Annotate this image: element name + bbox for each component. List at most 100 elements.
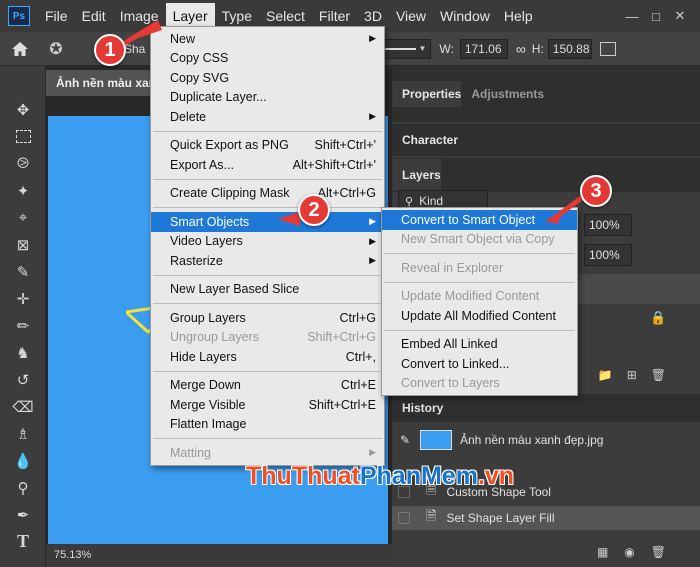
tab-properties[interactable]: Properties [392,81,462,107]
clone-stamp-tool-icon[interactable]: ♞ [0,339,46,366]
layer-menu-dropdown: New ▶ Copy CSS Copy SVG Duplicate Layer... De… [150,26,385,466]
menu-item-label: Update Modified Content [401,289,540,304]
new-snapshot-icon[interactable]: ◉ [624,545,634,559]
submenu-arrow-icon: ▶ [369,235,376,246]
menu-item-copy-css[interactable]: Copy CSS [151,49,384,69]
magic-wand-tool-icon[interactable]: ✦ [0,177,46,204]
menu-item-duplicate-layer[interactable]: Duplicate Layer... [151,88,384,108]
delete-layer-icon[interactable]: 🗑 [651,368,666,382]
opacity-input[interactable]: 100% [584,214,632,236]
height-input[interactable]: 150.88 [547,38,592,59]
menu-item-embed-all-linked[interactable]: Embed All Linked [382,335,577,355]
marquee-tool-icon[interactable] [0,123,46,150]
menu-item-create-clipping-mask[interactable]: Create Clipping Mask Alt+Ctrl+G [151,184,384,204]
menu-item-smart-objects[interactable]: Smart Objects ▶ [151,212,384,232]
menu-item-new-smart-object-via-copy: New Smart Object via Copy [382,230,577,250]
menu-separator [384,253,575,254]
menu-item-shortcut: Ctrl+, [345,349,376,364]
menu-separator [384,281,575,283]
submenu-arrow-icon: ▶ [369,255,376,266]
move-tool-icon[interactable]: ✥ [0,96,46,123]
menu-item-label: Merge Down [170,378,241,393]
menu-item-copy-svg[interactable]: Copy SVG [151,68,384,88]
home-icon[interactable] [0,41,40,57]
paint-bucket-tool-icon[interactable]: ♗ [0,420,46,447]
history-item-label: Ảnh nền màu xanh đẹp.jpg [460,433,604,447]
menu-edit[interactable]: Edit [75,3,113,29]
history-item-selected[interactable]: 🗎 Set Shape Layer Fill [392,506,700,530]
menu-separator [153,274,382,276]
tab-layers[interactable]: Layers [392,159,441,191]
menu-item-new[interactable]: New ▶ [151,29,384,49]
new-document-from-state-icon[interactable]: ▦ [597,545,608,559]
document-tab[interactable]: Ảnh nền màu xan [46,70,156,96]
history-brush-tool-icon[interactable]: ↺ [0,366,46,393]
delete-state-icon[interactable]: 🗑 [651,545,666,559]
menu-item-label: Copy SVG [170,70,230,85]
menu-item-export-as[interactable]: Export As... Alt+Shift+Ctrl+' [151,155,384,175]
menu-item-flatten-image[interactable]: Flatten Image [151,415,384,435]
menu-item-matting: Matting ▶ [151,443,384,463]
minimize-icon[interactable]: — [620,5,644,27]
menu-item-merge-visible[interactable]: Merge Visible Shift+Ctrl+E [151,395,384,415]
history-item-snapshot[interactable]: ✎ Ảnh nền màu xanh đẹp.jpg [392,426,700,454]
eraser-tool-icon[interactable]: ⌫ [0,393,46,420]
tools-panel: ✥ ⧁ ✦ ⌖ ⊠ ✎ ✛ ✏ ♞ ↺ ⌫ ♗ 💧 ⚲ ✒ T [0,66,46,567]
menu-view[interactable]: View [389,3,433,29]
width-label: W: [439,41,454,56]
menu-item-label: Delete [170,109,207,124]
healing-brush-tool-icon[interactable]: ✛ [0,285,46,312]
step-marker-3: 3 [580,175,612,207]
shape-mode-label: Sha [124,41,146,56]
menu-item-new-layer-based-slice[interactable]: New Layer Based Slice [151,280,384,300]
lock-icon[interactable]: 🔒 [650,310,666,326]
lasso-tool-icon[interactable]: ⧁ [0,150,46,177]
maximize-icon[interactable]: □ [644,5,668,27]
menu-window[interactable]: Window [433,3,497,29]
menu-item-quick-export-as-png[interactable]: Quick Export as PNG Shift+Ctrl+' [151,136,384,156]
blur-tool-icon[interactable]: 💧 [0,447,46,474]
menu-item-label: Copy CSS [170,51,229,66]
custom-shape-tool-icon[interactable]: ✪ [40,39,72,59]
eyedropper-tool-icon[interactable]: ✎ [0,258,46,285]
menu-separator [153,178,382,180]
dodge-tool-icon[interactable]: ⚲ [0,474,46,501]
path-operations-icon[interactable] [599,41,616,56]
menu-item-merge-down[interactable]: Merge Down Ctrl+E [151,376,384,396]
tab-history[interactable]: History [402,401,443,415]
menu-item-convert-to-linked[interactable]: Convert to Linked... [382,354,577,374]
menu-item-hide-layers[interactable]: Hide Layers Ctrl+, [151,347,384,367]
history-checkbox[interactable] [398,512,410,524]
frame-tool-icon[interactable]: ⊠ [0,231,46,258]
close-icon[interactable]: ✕ [668,5,692,27]
menu-item-shortcut: Ctrl+G [339,310,376,325]
smart-objects-submenu: Convert to Smart Object New Smart Object … [381,207,578,396]
menu-item-label: New Smart Object via Copy [401,232,555,247]
brush-tool-icon[interactable]: ✏ [0,312,46,339]
step-marker-2: 2 [298,194,330,226]
new-layer-icon[interactable]: ⊞ [627,368,637,382]
width-input[interactable]: 171.06 [459,38,508,59]
menu-item-video-layers[interactable]: Video Layers ▶ [151,232,384,252]
menu-file[interactable]: File [38,3,75,29]
tab-character[interactable]: Character [392,127,458,153]
menu-item-reveal-in-explorer: Reveal in Explorer [382,258,577,278]
menu-item-label: Hide Layers [170,349,237,364]
menu-item-shortcut: Shift+Ctrl+E [308,397,376,412]
type-tool-icon[interactable]: T [0,528,46,555]
kind-label: Kind [419,194,444,208]
link-icon[interactable]: ∞ [516,41,526,57]
menu-help[interactable]: Help [497,3,540,29]
group-folder-icon[interactable]: 📁 [598,368,613,382]
tab-adjustments[interactable]: Adjustments [461,81,544,107]
menu-item-rasterize[interactable]: Rasterize ▶ [151,251,384,271]
crop-tool-icon[interactable]: ⌖ [0,204,46,231]
menu-item-convert-to-layers: Convert to Layers [382,374,577,394]
menu-item-group-layers[interactable]: Group Layers Ctrl+G [151,308,384,328]
menu-item-update-all-modified-content[interactable]: Update All Modified Content [382,306,577,326]
height-label: H: [531,41,544,56]
fill-input[interactable]: 100% [584,244,632,266]
menu-item-convert-to-smart-object[interactable]: Convert to Smart Object [382,210,577,230]
pen-tool-icon[interactable]: ✒ [0,501,46,528]
menu-item-delete[interactable]: Delete ▶ [151,107,384,127]
